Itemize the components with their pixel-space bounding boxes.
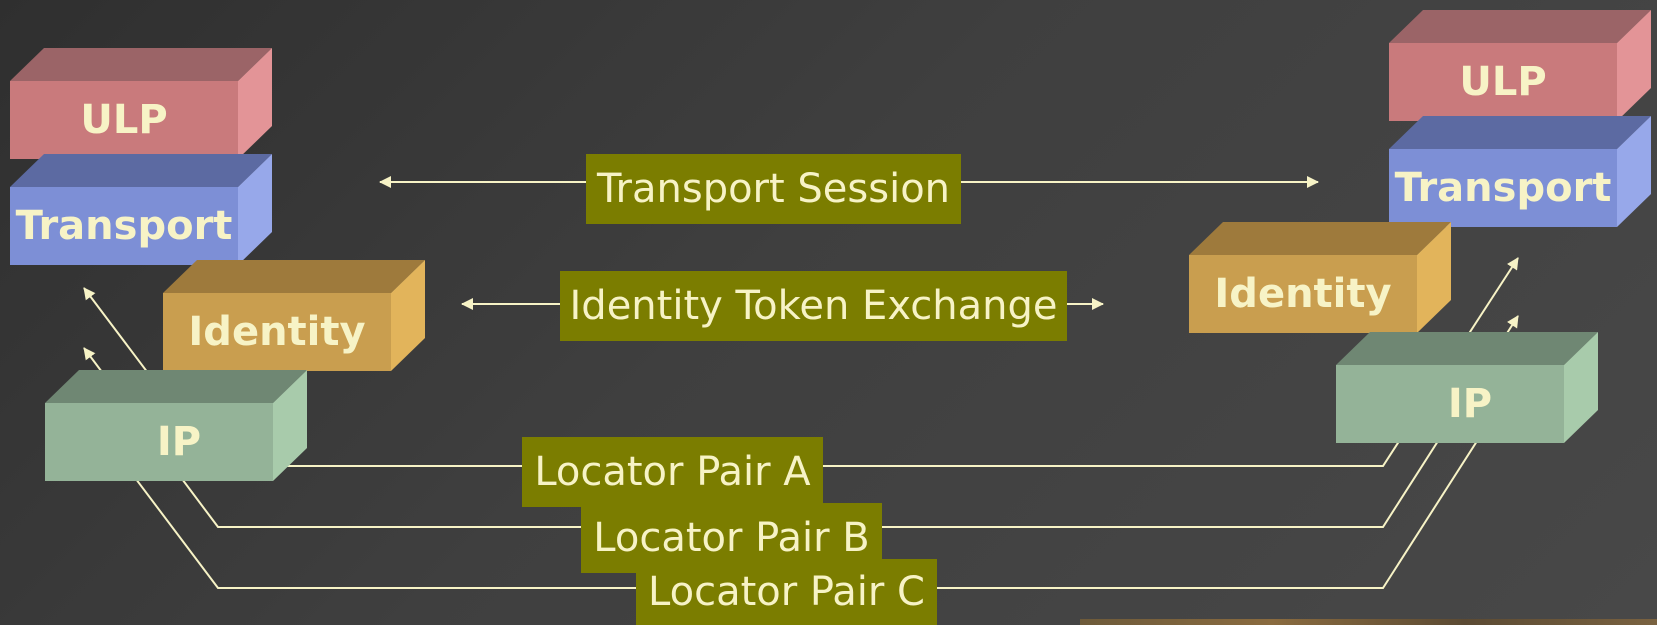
right-ip-label: IP bbox=[1336, 365, 1564, 443]
left-ip-label: IP bbox=[45, 403, 273, 481]
left-identity-label: Identity bbox=[163, 293, 391, 371]
right-transport-label: Transport bbox=[1389, 149, 1617, 227]
left-transport-label: Transport bbox=[10, 187, 238, 265]
locator-pair-c-label: Locator Pair C bbox=[636, 559, 937, 625]
identity-token-exchange-label: Identity Token Exchange bbox=[560, 271, 1067, 341]
left-ulp-label: ULP bbox=[10, 81, 238, 159]
right-ulp-label: ULP bbox=[1389, 43, 1617, 121]
locator-pair-a-label: Locator Pair A bbox=[522, 437, 823, 507]
right-identity-label: Identity bbox=[1189, 255, 1417, 333]
transport-session-label: Transport Session bbox=[586, 154, 961, 224]
image-strip bbox=[1080, 619, 1657, 625]
